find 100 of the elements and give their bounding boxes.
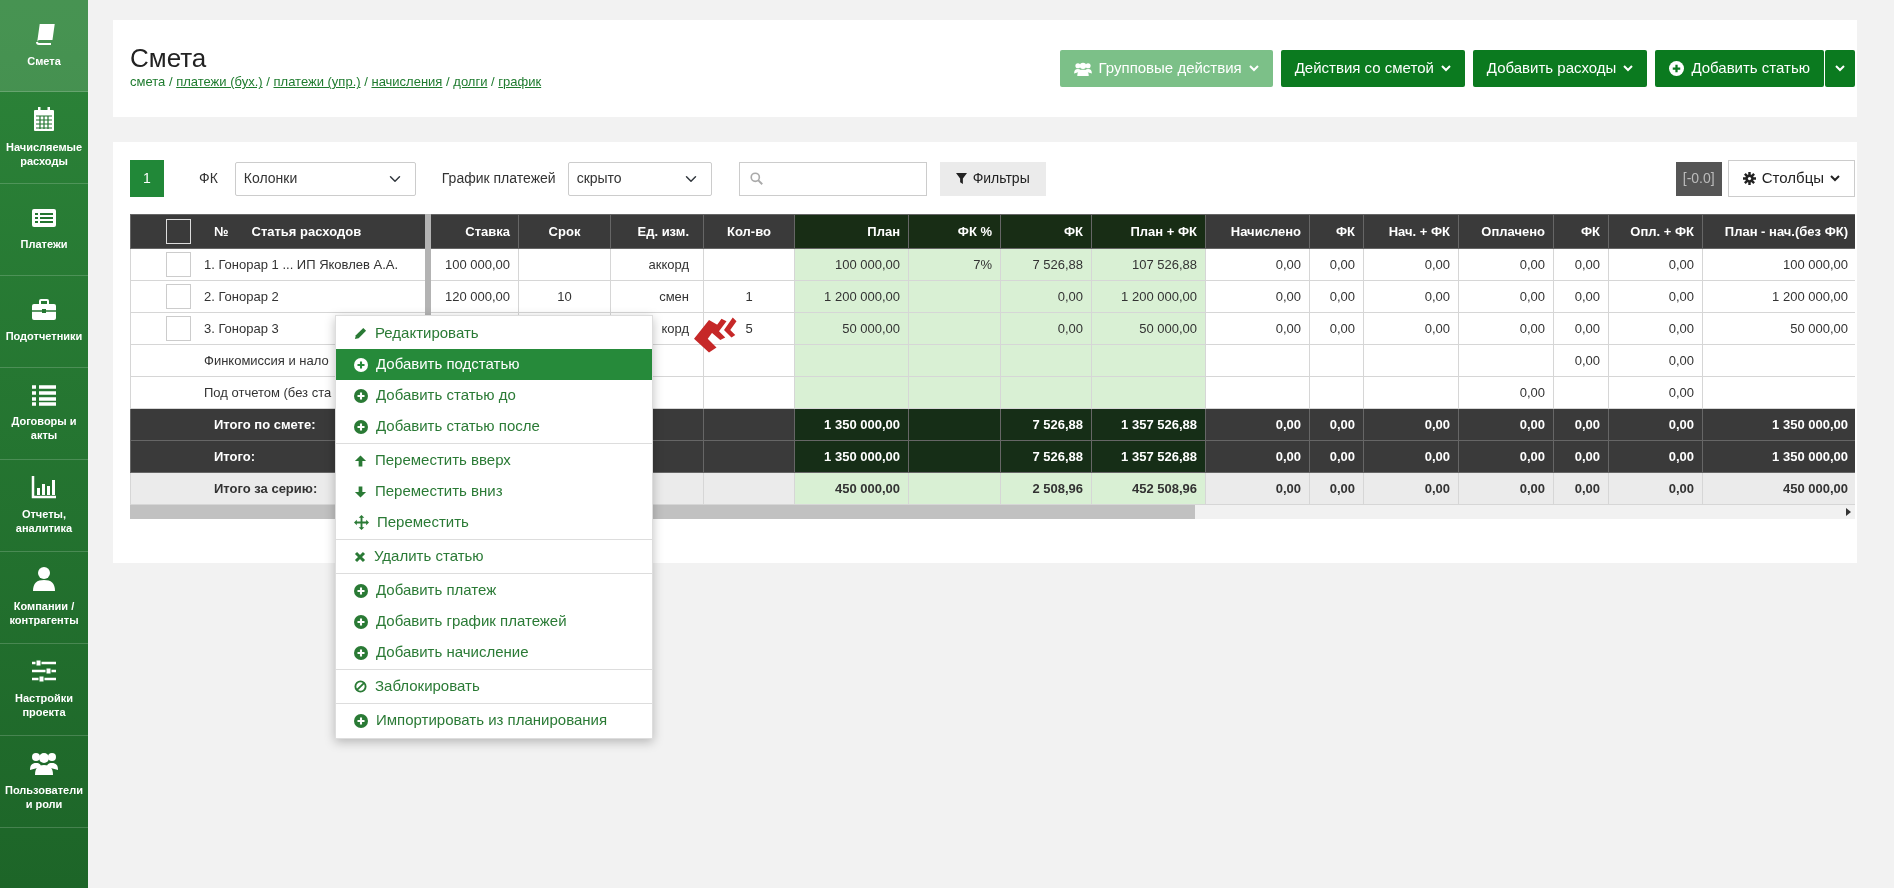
menu-item[interactable]: Добавить начисление	[336, 637, 652, 668]
table-cell: 0,00	[1424, 288, 1450, 304]
table-cell: 50 000,00	[1139, 320, 1197, 336]
arrow-down-icon	[354, 484, 367, 499]
add-icon	[354, 713, 368, 728]
table-cell: 100 000,00	[444, 256, 510, 272]
menu-item[interactable]: Удалить статью	[336, 541, 652, 572]
table-cell: 0,00	[1574, 320, 1600, 336]
dropdown-button[interactable]: Добавить расходы	[1472, 50, 1648, 87]
table-cell: 0,00	[1057, 288, 1083, 304]
table-cell: 0,00	[1519, 384, 1545, 400]
count-badge: 1	[130, 160, 164, 197]
checkbox[interactable]	[166, 252, 191, 277]
table-cell: 0,00	[1329, 288, 1355, 304]
columns-button[interactable]: Столбцы	[1727, 160, 1855, 197]
menu-item[interactable]: Добавить статью после	[336, 411, 652, 442]
dropdown-toggle-button[interactable]	[1825, 50, 1855, 87]
row-title: 1. Гонорар 1 ... ИП Яковлев А.А.	[204, 255, 399, 274]
breadcrumb-link[interactable]: начисления	[371, 74, 443, 90]
column-header: План + ФК	[1130, 223, 1197, 239]
menu-item[interactable]: Импортировать из планирования	[336, 705, 652, 736]
sidebar-item[interactable]: Платежи	[0, 184, 88, 276]
sidebar-item[interactable]: Компании / контрагенты	[0, 552, 88, 644]
menu-item[interactable]: Редактировать	[336, 318, 652, 349]
table-cell: 7 526,88	[1032, 416, 1083, 432]
table-cell: 1 357 526,88	[1121, 416, 1197, 432]
checkbox[interactable]	[166, 284, 191, 309]
column-header: ФК %	[957, 223, 992, 239]
table-cell: 50 000,00	[1790, 320, 1848, 336]
sidebar-item[interactable]: Начисляемые расходы	[0, 92, 88, 184]
bar-chart-icon	[31, 475, 57, 500]
table-cell: 0,00	[1574, 352, 1600, 368]
breadcrumb-link[interactable]: график	[498, 74, 542, 90]
arrow-up-icon	[354, 453, 367, 468]
dropdown-button[interactable]: Действия со сметой	[1280, 50, 1465, 87]
users-icon	[1073, 61, 1092, 76]
sidebar-item[interactable]: Пользователи и роли	[0, 736, 88, 828]
breadcrumb-separator: /	[491, 74, 495, 90]
breadcrumb-link[interactable]: платежи (упр.)	[273, 74, 361, 90]
table-cell: 1 350 000,00	[824, 416, 900, 432]
table-cell: 0,00	[1329, 320, 1355, 336]
table-cell: 0,00	[1275, 480, 1301, 496]
total-label: Итого:	[213, 448, 255, 464]
add-icon	[354, 388, 368, 403]
filter-button[interactable]: Фильтры	[939, 161, 1046, 196]
breadcrumb-link[interactable]: платежи (бух.)	[176, 74, 263, 90]
checkbox[interactable]	[166, 219, 191, 244]
table-cell: 0,00	[1668, 416, 1694, 432]
columns-select[interactable]: Колонки	[234, 161, 416, 196]
column-header: ФК	[1580, 223, 1600, 239]
menu-item[interactable]: Переместить	[336, 507, 652, 538]
scroll-arrow-icon[interactable]	[1846, 508, 1851, 516]
table-cell: 0,00	[1275, 448, 1301, 464]
table-cell: 0,00	[1574, 256, 1600, 272]
table-cell: 0,00	[1057, 320, 1083, 336]
calendar-icon	[32, 106, 56, 133]
breadcrumb-separator: /	[168, 74, 173, 90]
table-cell: 107 526,88	[1131, 256, 1197, 272]
schedule-select[interactable]: скрыто	[567, 161, 712, 196]
menu-item[interactable]: Добавить подстатью	[336, 349, 652, 380]
menu-item[interactable]: Заблокировать	[336, 671, 652, 702]
menu-item[interactable]: Переместить вниз	[336, 476, 652, 507]
menu-item[interactable]: Добавить график платежей	[336, 606, 652, 637]
add-icon	[354, 614, 368, 629]
menu-item[interactable]: Переместить вверх	[336, 445, 652, 476]
table-cell: 1 350 000,00	[1772, 448, 1848, 464]
list-card-icon	[31, 207, 57, 230]
close-icon	[354, 550, 366, 563]
table-cell: 7 526,88	[1032, 256, 1083, 272]
row-title: 3. Гонорар 3	[204, 319, 279, 338]
table-cell: 1 200 000,00	[1772, 288, 1848, 304]
table-cell: 7 526,88	[1032, 448, 1083, 464]
column-header: ФК	[1335, 223, 1355, 239]
menu-item[interactable]: Добавить статью до	[336, 380, 652, 411]
total-label: Итого за серию:	[213, 480, 318, 496]
table-cell: 100 000,00	[1782, 256, 1848, 272]
table-cell: 0,00	[1519, 480, 1545, 496]
table-cell: 1 200 000,00	[1121, 288, 1197, 304]
search-field[interactable]	[738, 161, 927, 196]
sidebar-item[interactable]: Смета	[0, 0, 88, 92]
add-button[interactable]: Добавить статью	[1655, 50, 1824, 87]
checkbox[interactable]	[166, 316, 191, 341]
table-cell: 0,00	[1424, 256, 1450, 272]
table-cell: 0,00	[1668, 384, 1694, 400]
sidebar-item[interactable]: Договоры и акты	[0, 368, 88, 460]
pencil-icon	[354, 327, 367, 340]
sidebar-item[interactable]: Настройки проекта	[0, 644, 88, 736]
table-cell: 5	[745, 320, 753, 336]
users-icon	[30, 751, 58, 776]
breadcrumb-link[interactable]: долги	[453, 74, 488, 90]
sliders-icon	[31, 659, 57, 684]
table-cell: 0,00	[1668, 256, 1694, 272]
column-header: Нач. + ФК	[1388, 223, 1450, 239]
table-cell: 0,00	[1424, 416, 1450, 432]
menu-item[interactable]: Добавить платеж	[336, 575, 652, 606]
search-icon	[749, 172, 763, 185]
sidebar-item[interactable]: Подотчетники	[0, 276, 88, 368]
sidebar-item[interactable]: Отчеты, аналитика	[0, 460, 88, 552]
table-cell: корд	[661, 320, 689, 336]
table-cell: 0,00	[1329, 256, 1355, 272]
